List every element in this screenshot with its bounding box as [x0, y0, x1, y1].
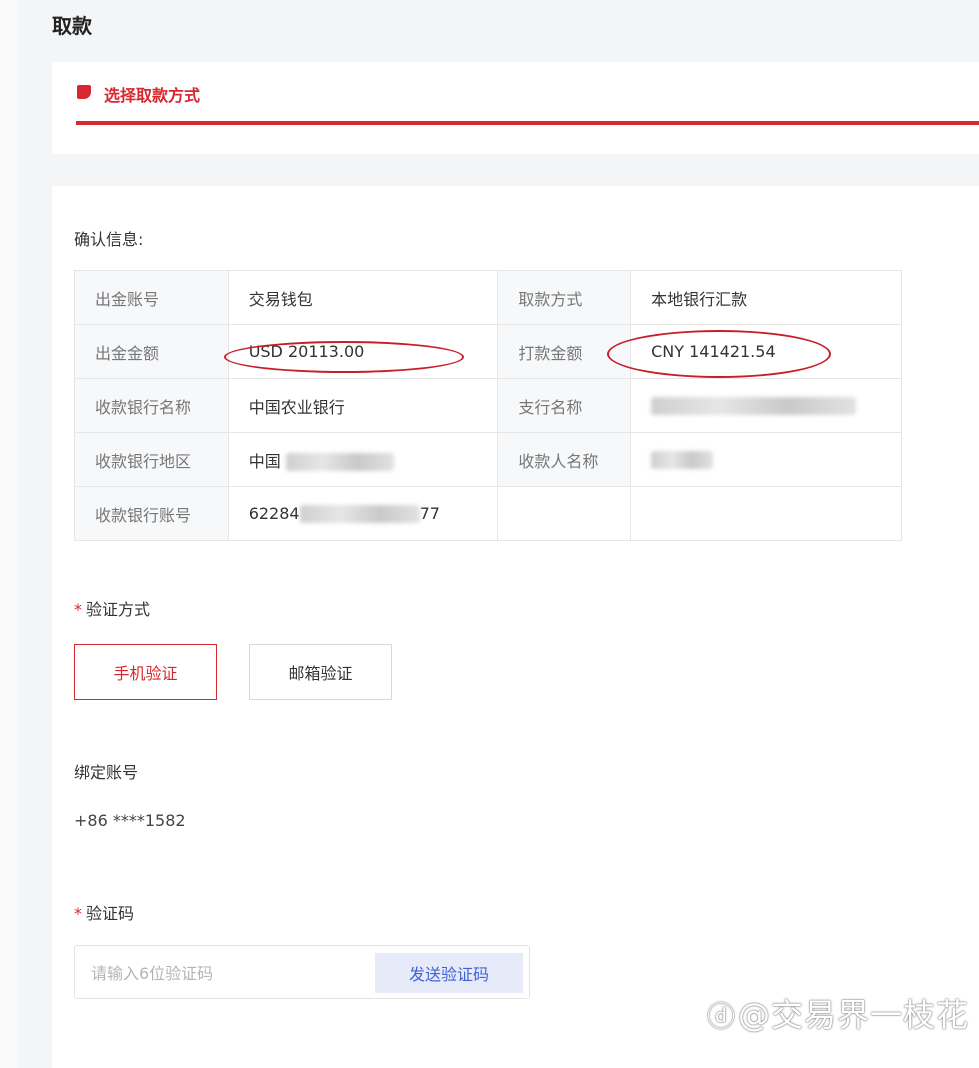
payee-name-value: [630, 432, 902, 487]
bank-name-label: 收款银行名称: [74, 378, 229, 433]
bank-account-tail: 77: [419, 503, 440, 523]
step-label: 选择取款方式: [104, 86, 201, 105]
table-row: 出金账号 交易钱包 取款方式 本地银行汇款: [74, 270, 902, 325]
step-card: 选择取款方式: [52, 62, 979, 154]
verify-code-input[interactable]: [89, 946, 373, 1000]
table-row: 收款银行账号 62284 77: [74, 486, 902, 541]
main-card: 确认信息: 出金账号 交易钱包 取款方式 本地银行汇款 出金金额 USD 201…: [52, 186, 979, 1068]
empty-cell: [630, 486, 902, 541]
step-progress-bar: [76, 121, 979, 125]
verify-method-label: 验证方式: [86, 600, 151, 619]
bank-region-country: 中国: [248, 451, 281, 471]
phone-verify-button[interactable]: 手机验证: [74, 644, 217, 700]
table-row: 收款银行地区 中国 收款人名称: [74, 432, 902, 487]
table-row: 收款银行名称 中国农业银行 支行名称: [74, 378, 902, 433]
empty-cell: [497, 486, 632, 541]
withdraw-method-value: 本地银行汇款: [630, 270, 902, 325]
redacted-region: [285, 453, 394, 471]
withdraw-account-value: 交易钱包: [227, 270, 499, 325]
payee-name-label: 收款人名称: [497, 432, 632, 487]
withdraw-account-label: 出金账号: [74, 270, 229, 325]
verify-code-box: 发送验证码: [74, 945, 530, 1000]
withdraw-amount-label: 出金金额: [74, 324, 229, 379]
confirm-title: 确认信息:: [74, 230, 144, 249]
verify-code-label: 验证码: [86, 904, 135, 923]
required-mark: *: [74, 904, 82, 923]
withdraw-method-label: 取款方式: [497, 270, 632, 325]
verify-code-title: * 验证码: [74, 900, 134, 924]
payout-highlight-oval: [607, 330, 831, 378]
redacted-account: [299, 505, 420, 524]
required-mark: *: [74, 600, 82, 619]
branch-name-label: 支行名称: [497, 378, 632, 433]
zhihu-icon: ⓓ: [706, 1000, 736, 1033]
redacted-branch: [651, 397, 857, 416]
bank-name-value: 中国农业银行: [227, 378, 499, 433]
watermark: ⓓ@交易界一枝花: [707, 990, 969, 1036]
redacted-payee: [651, 451, 714, 470]
bound-account-label: 绑定账号: [74, 763, 139, 782]
bank-account-label: 收款银行账号: [74, 486, 229, 541]
verify-method-title: * 验证方式: [74, 596, 150, 620]
bank-region-label: 收款银行地区: [74, 432, 229, 487]
left-strip: [0, 0, 18, 1068]
page-title: 取款: [52, 14, 92, 38]
branch-name-value: [630, 378, 902, 433]
confirm-table: 出金账号 交易钱包 取款方式 本地银行汇款 出金金额 USD 20113.00 …: [74, 270, 902, 541]
step-flag-icon: [77, 85, 91, 99]
amount-highlight-oval: [224, 341, 464, 373]
bank-account-value: 62284 77: [227, 486, 499, 541]
email-verify-button[interactable]: 邮箱验证: [249, 644, 392, 700]
watermark-text: @交易界一枝花: [737, 996, 969, 1034]
bank-account-head: 62284: [248, 503, 300, 523]
bound-account-value: +86 ****1582: [74, 811, 186, 830]
send-code-button[interactable]: 发送验证码: [375, 953, 523, 993]
bank-region-value: 中国: [227, 432, 499, 487]
